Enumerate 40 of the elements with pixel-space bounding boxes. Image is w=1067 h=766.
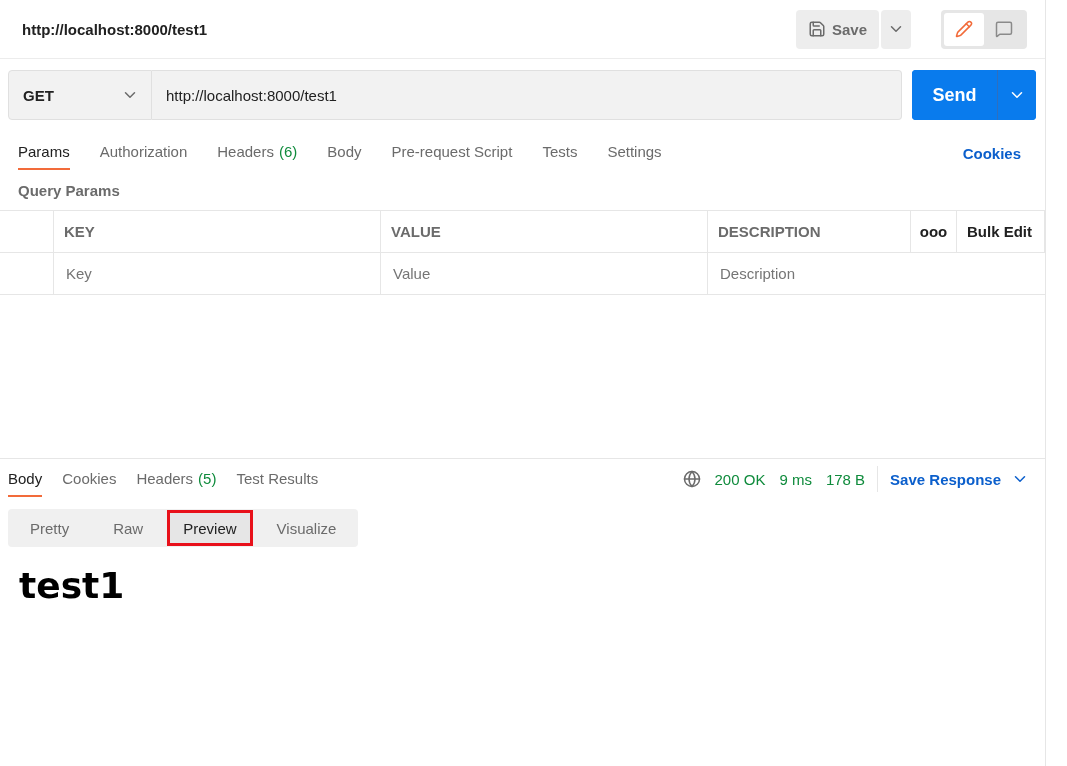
column-header: DESCRIPTION [708,211,911,253]
request-title: http://localhost:8000/test1 [22,20,209,38]
request-tab[interactable]: Settings [607,135,662,170]
request-tab[interactable]: Params [18,135,70,170]
response-size: 178 B [825,470,866,488]
view-toggle[interactable]: Preview [167,510,253,546]
view-toggle[interactable]: Pretty [10,509,90,547]
response-tab[interactable]: Cookies [62,461,117,497]
edit-mode-button[interactable] [944,12,984,46]
request-tab[interactable]: Pre-request Script [391,135,513,170]
preview-heading: test1 [19,565,126,606]
request-tab[interactable]: Tests [542,135,578,170]
section-title: Query Params [17,181,121,201]
cookies-link[interactable]: Cookies [956,137,1027,170]
column-header: VALUE [381,211,708,253]
status-code: 200 OK [714,470,766,488]
comment-icon [995,20,1013,38]
param-input[interactable]: Description [718,264,1035,283]
url-field[interactable]: http://localhost:8000/test1 [152,70,902,120]
request-tab[interactable]: Headers (6) [217,135,298,170]
save-menu-caret[interactable] [881,9,911,49]
save-response-button[interactable]: Save Response [890,470,1037,488]
request-tab[interactable]: Authorization [99,135,188,170]
globe-icon[interactable] [682,470,701,488]
view-toggle[interactable]: Raw [93,509,164,547]
request-tab[interactable]: Body [327,135,362,170]
pencil-icon [955,20,973,38]
response-tab[interactable]: Test Results [236,461,319,497]
save-icon [807,20,826,38]
more-options[interactable]: ooo [911,211,957,253]
response-tab[interactable]: Headers (5) [136,461,217,497]
response-time: 9 ms [779,470,812,488]
param-input[interactable]: Value [391,264,697,283]
param-input[interactable]: Key [64,264,370,283]
column-header: KEY [54,211,381,253]
method-dropdown[interactable]: GET [8,70,152,120]
response-tab[interactable]: Body [8,461,43,497]
view-toggle[interactable]: Visualize [256,509,357,547]
save-button[interactable]: Save [795,9,879,49]
bulk-edit-button[interactable]: Bulk Edit [957,211,1045,253]
